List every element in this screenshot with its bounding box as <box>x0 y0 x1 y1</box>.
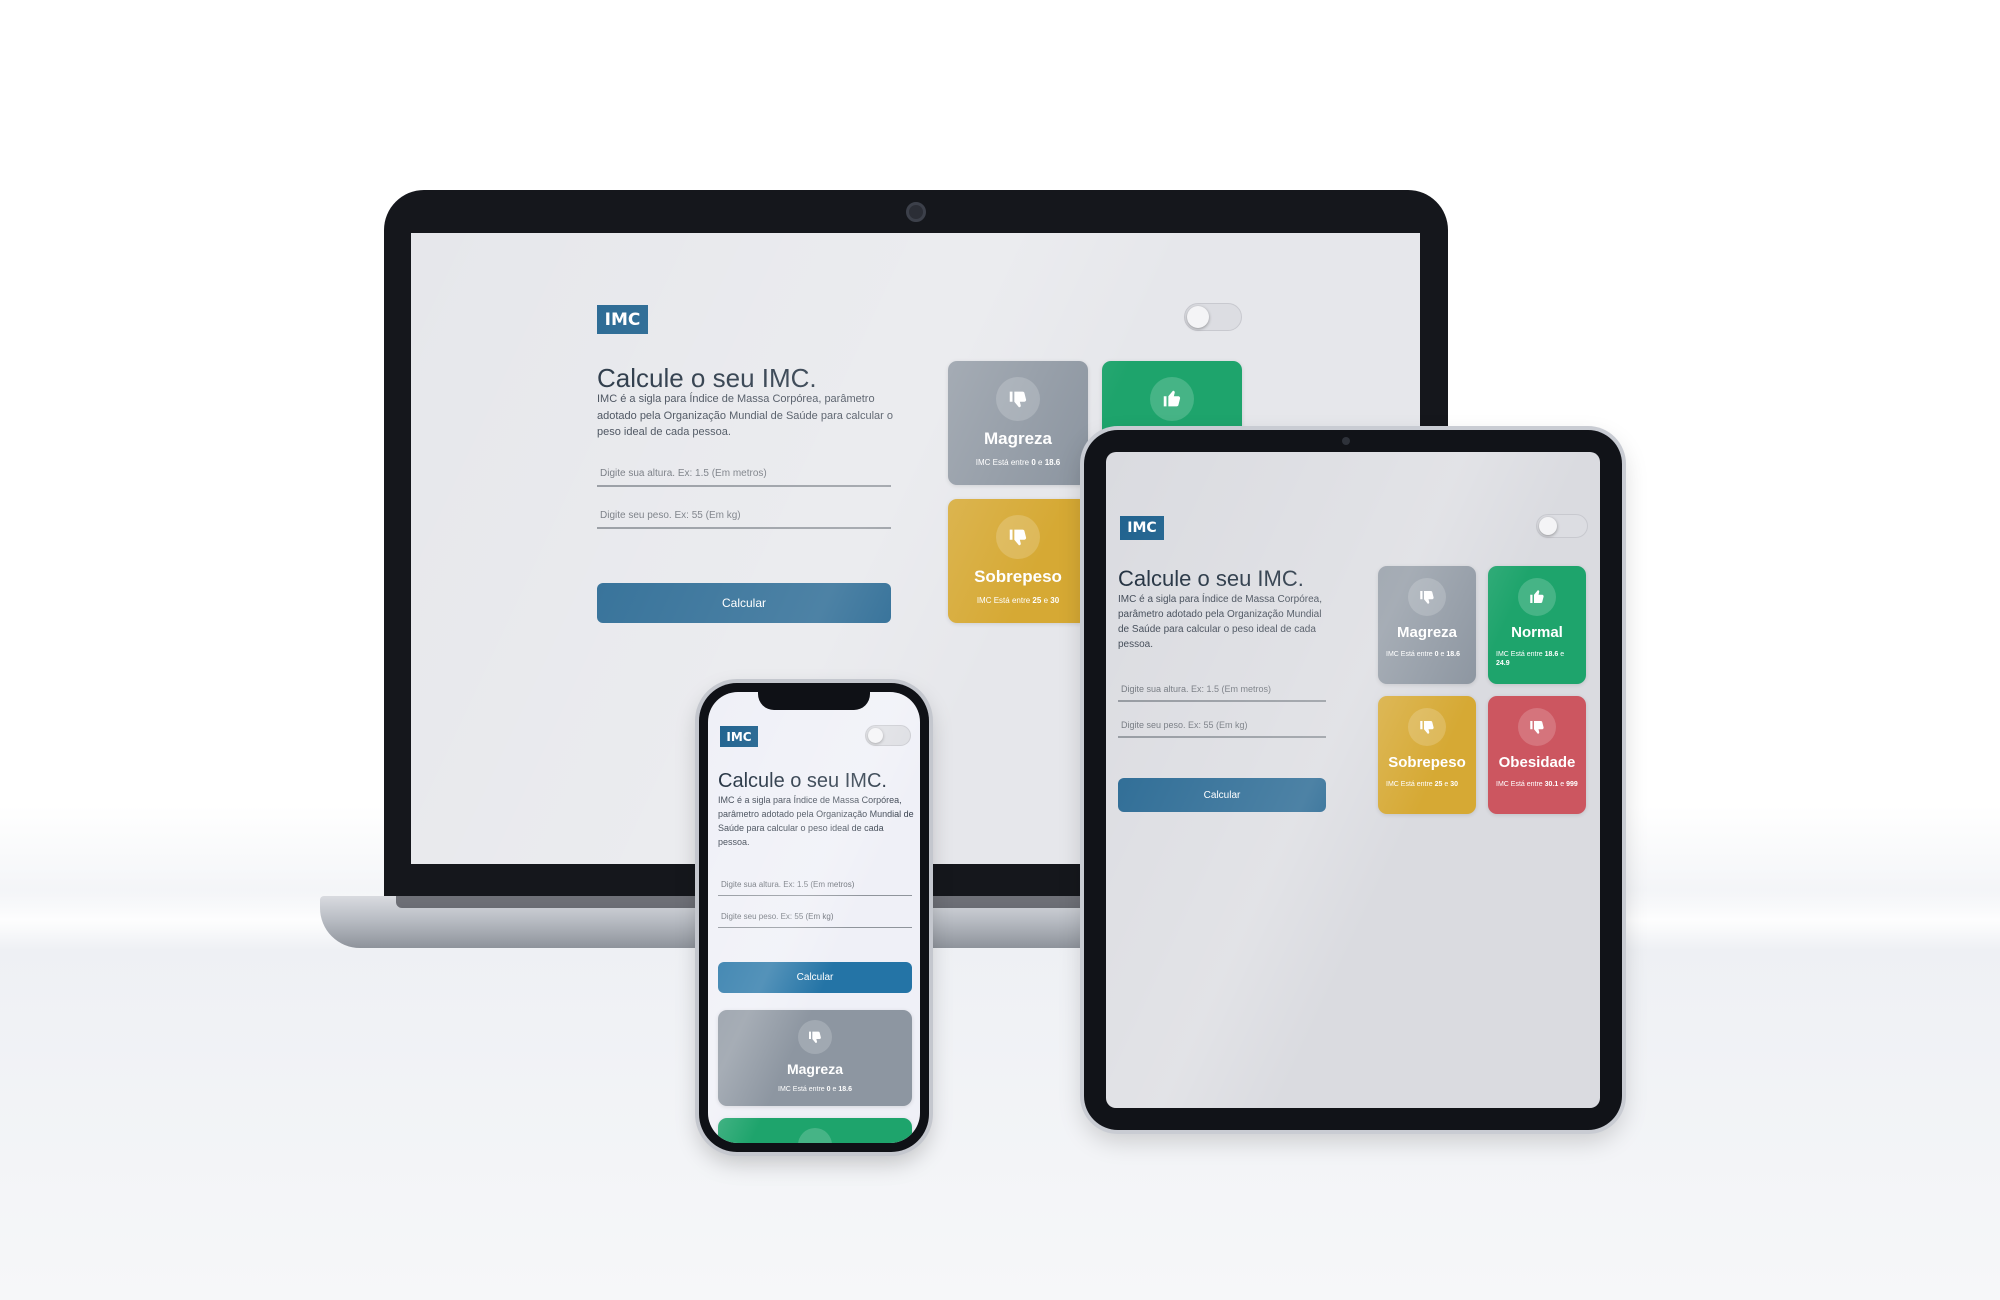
logo: IMC <box>720 726 758 747</box>
theme-toggle[interactable] <box>1184 303 1242 331</box>
calculate-button[interactable]: Calcular <box>718 962 912 993</box>
card-range: IMC Está entre 0 e 18.6 <box>778 1086 852 1093</box>
thumbs-down-icon <box>996 377 1040 421</box>
thumbs-down-icon <box>996 515 1040 559</box>
thumbs-down-icon <box>798 1020 832 1054</box>
phone-notch <box>758 688 870 710</box>
weight-input[interactable]: Digite seu peso. Ex: 55 (Em kg) <box>597 497 891 529</box>
thumbs-down-icon <box>1408 708 1446 746</box>
height-input[interactable]: Digite sua altura. Ex: 1.5 (Em metros) <box>1118 674 1326 702</box>
card-magreza: Magreza IMC Está entre 0 e 18.6 <box>1378 566 1476 684</box>
page-description: IMC é a sigla para Índice de Massa Corpó… <box>597 393 893 438</box>
card-magreza: Magreza IMC Está entre 0 e 18.6 <box>948 361 1088 485</box>
tablet-screen: IMC Calcule o seu IMC. IMC é a sigla par… <box>1106 452 1600 1108</box>
page-title: Calcule o seu IMC. <box>718 770 887 792</box>
weight-input[interactable]: Digite seu peso. Ex: 55 (Em kg) <box>718 902 912 928</box>
card-obesidade: Obesidade IMC Está entre 30.1 e 999 <box>1488 696 1586 814</box>
card-normal: Normal IMC Está entre 18.6 e 24.9 <box>1488 566 1586 684</box>
card-title: Magreza <box>786 1061 844 1077</box>
card-sobrepeso: Sobrepeso IMC Está entre 25 e 30 <box>1378 696 1476 814</box>
card-range: IMC Está entre 0 e 18.6 <box>975 458 1061 467</box>
thumbs-down-icon <box>1408 578 1446 616</box>
card-range: IMC Está entre 30.1 e 999 <box>1496 781 1578 788</box>
page-description: IMC é a sigla para Índice de Massa Corpó… <box>1118 594 1322 650</box>
card-range: IMC Está entre 25 e 30 <box>976 596 1060 605</box>
card-title: Magreza <box>983 429 1053 448</box>
card-title: Magreza <box>1396 624 1458 641</box>
phone-screen: IMC Calcule o seu IMC. IMC é a sigla par… <box>708 692 920 1143</box>
card-normal <box>718 1118 912 1143</box>
theme-toggle[interactable] <box>865 725 911 746</box>
laptop-camera <box>906 202 926 222</box>
page-description: IMC é a sigla para Índice de Massa Corpó… <box>718 795 914 847</box>
card-range: IMC Está entre 18.6 e 24.9 <box>1496 651 1565 668</box>
thumbs-up-icon <box>1150 377 1194 421</box>
card-title: Sobrepeso <box>974 567 1062 586</box>
tablet-camera <box>1342 437 1350 445</box>
card-title: Obesidade <box>1498 754 1576 771</box>
page-title: Calcule o seu IMC. <box>597 363 817 393</box>
calculate-button[interactable]: Calcular <box>597 583 891 623</box>
page-title: Calcule o seu IMC. <box>1118 566 1304 591</box>
calculate-button[interactable]: Calcular <box>1118 778 1326 812</box>
card-title: Normal <box>1511 624 1563 641</box>
logo: IMC <box>1120 516 1164 540</box>
card-title: Sobrepeso <box>1388 754 1466 771</box>
card-range: IMC Está entre 25 e 30 <box>1386 781 1459 788</box>
logo: IMC <box>597 305 648 334</box>
card-magreza: Magreza IMC Está entre 0 e 18.6 <box>718 1010 912 1106</box>
thumbs-up-icon <box>798 1128 832 1143</box>
theme-toggle[interactable] <box>1536 514 1588 538</box>
height-input[interactable]: Digite sua altura. Ex: 1.5 (Em metros) <box>597 455 891 487</box>
height-input[interactable]: Digite sua altura. Ex: 1.5 (Em metros) <box>718 870 912 896</box>
thumbs-up-icon <box>1518 578 1556 616</box>
card-sobrepeso: Sobrepeso IMC Está entre 25 e 30 <box>948 499 1088 623</box>
weight-input[interactable]: Digite seu peso. Ex: 55 (Em kg) <box>1118 710 1326 738</box>
card-range: IMC Está entre 0 e 18.6 <box>1386 651 1460 658</box>
thumbs-down-icon <box>1518 708 1556 746</box>
